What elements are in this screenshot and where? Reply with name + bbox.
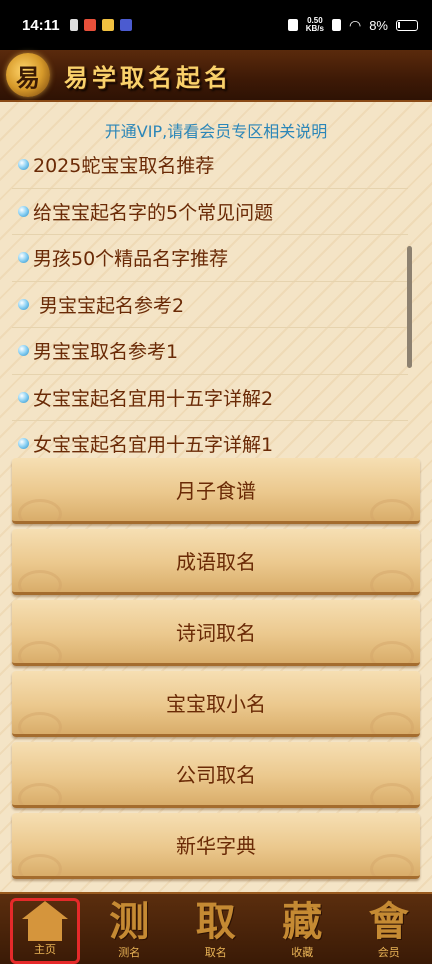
- vibrate-icon: [287, 19, 298, 31]
- news-item[interactable]: 男宝宝起名参考2: [12, 282, 408, 328]
- cloud-pattern-icon: [370, 570, 414, 592]
- cloud-pattern-icon: [370, 783, 414, 805]
- net-speed-unit: KB/s: [305, 24, 324, 33]
- cloud-pattern-icon: [18, 854, 62, 876]
- main-content: 开通VIP,请看会员专区相关说明 2025蛇宝宝取名推荐 给宝宝起名字的5个常见…: [0, 102, 432, 892]
- news-title: 给宝宝起名字的5个常见问题: [33, 201, 274, 224]
- app-header: 易 易学取名起名: [0, 50, 432, 102]
- notification-icons: [69, 19, 132, 31]
- bullet-icon: [18, 298, 29, 310]
- logo-glyph: 易: [16, 63, 40, 92]
- menu-button-poetry-naming[interactable]: 诗词取名: [12, 600, 420, 666]
- news-title: 女宝宝起名宜用十五字详解1: [33, 434, 274, 457]
- news-title: 男孩50个精品名字推荐: [33, 248, 229, 271]
- news-item[interactable]: 女宝宝起名宜用十五字详解2: [12, 375, 408, 421]
- news-title: 女宝宝起名宜用十五字详解2: [33, 387, 274, 410]
- scrollbar[interactable]: [407, 246, 412, 368]
- nav-get-name[interactable]: 取 取名: [173, 894, 260, 964]
- menu-button-label: 成语取名: [176, 550, 256, 574]
- nav-label: 收藏: [291, 946, 314, 959]
- play-icon: [119, 19, 132, 31]
- membership-icon: 會: [368, 899, 409, 945]
- get-name-icon: 取: [195, 899, 236, 945]
- nav-label: 测名: [118, 946, 141, 959]
- nav-label: 取名: [204, 946, 227, 959]
- crown-icon: [101, 19, 114, 31]
- nav-home[interactable]: 主页: [10, 898, 80, 964]
- sim-icon: [69, 19, 78, 31]
- status-right: 0.50 KB/s ◠ 8%: [287, 16, 418, 34]
- menu-button-label: 公司取名: [176, 763, 256, 787]
- menu-button-label: 新华字典: [176, 834, 256, 858]
- status-bar: 14:11 0.50 KB/s ◠ 8%: [0, 0, 432, 50]
- news-list: 2025蛇宝宝取名推荐 给宝宝起名字的5个常见问题 男孩50个精品名字推荐 男宝…: [12, 142, 408, 468]
- cloud-pattern-icon: [370, 641, 414, 663]
- cloud-pattern-icon: [18, 570, 62, 592]
- news-item[interactable]: 男宝宝取名参考1: [12, 328, 408, 375]
- test-name-icon: 测: [109, 899, 150, 945]
- cloud-pattern-icon: [370, 854, 414, 876]
- wifi-icon: ◠: [348, 16, 362, 33]
- bullet-icon: [18, 159, 29, 171]
- nav-label: 会员: [377, 946, 400, 959]
- menu-button-idiom-naming[interactable]: 成语取名: [12, 529, 420, 595]
- app-notification-icon: [83, 19, 96, 31]
- menu-button-xinhua-dictionary[interactable]: 新华字典: [12, 813, 420, 879]
- nav-label: 主页: [34, 943, 56, 956]
- news-item[interactable]: 男孩50个精品名字推荐: [12, 235, 408, 282]
- status-time: 14:11: [22, 16, 60, 34]
- bottom-nav: 主页 测 测名 取 取名 藏 收藏 會 会员: [0, 892, 432, 964]
- home-icon: [22, 901, 68, 941]
- logo-icon: 易: [6, 53, 50, 97]
- news-item[interactable]: 给宝宝起名字的5个常见问题: [12, 189, 408, 235]
- data-icon: [331, 19, 341, 31]
- news-title: 男宝宝取名参考1: [33, 341, 179, 364]
- bullet-icon: [18, 252, 29, 264]
- battery-text: 8%: [369, 17, 388, 33]
- cloud-pattern-icon: [370, 499, 414, 521]
- cloud-pattern-icon: [18, 641, 62, 663]
- news-title: 2025蛇宝宝取名推荐: [33, 155, 215, 178]
- news-title: 男宝宝起名参考2: [33, 294, 185, 317]
- cloud-pattern-icon: [370, 712, 414, 734]
- menu-button-confinement-recipes[interactable]: 月子食谱: [12, 458, 420, 524]
- cloud-pattern-icon: [18, 783, 62, 805]
- menu-button-label: 诗词取名: [176, 621, 256, 645]
- menu-button-label: 宝宝取小名: [166, 692, 266, 716]
- bullet-icon: [18, 391, 29, 403]
- bullet-icon: [18, 345, 29, 357]
- menu-button-label: 月子食谱: [176, 479, 256, 503]
- menu-buttons: 月子食谱 成语取名 诗词取名 宝宝取小名 公司取名 新华字典: [12, 458, 420, 884]
- cloud-pattern-icon: [18, 499, 62, 521]
- app-title: 易学取名起名: [64, 63, 232, 92]
- nav-favorites[interactable]: 藏 收藏: [259, 894, 346, 964]
- news-item[interactable]: 2025蛇宝宝取名推荐: [12, 142, 408, 189]
- vip-notice-link[interactable]: 开通VIP,请看会员专区相关说明: [0, 118, 432, 142]
- favorites-icon: 藏: [282, 899, 323, 945]
- menu-button-baby-nickname[interactable]: 宝宝取小名: [12, 671, 420, 737]
- net-speed: 0.50 KB/s: [306, 17, 324, 33]
- cloud-pattern-icon: [18, 712, 62, 734]
- battery-icon: [396, 19, 418, 31]
- menu-button-company-naming[interactable]: 公司取名: [12, 742, 420, 808]
- nav-membership[interactable]: 會 会员: [346, 894, 432, 964]
- bullet-icon: [18, 205, 29, 217]
- nav-test-name[interactable]: 测 测名: [86, 894, 173, 964]
- bullet-icon: [18, 438, 29, 450]
